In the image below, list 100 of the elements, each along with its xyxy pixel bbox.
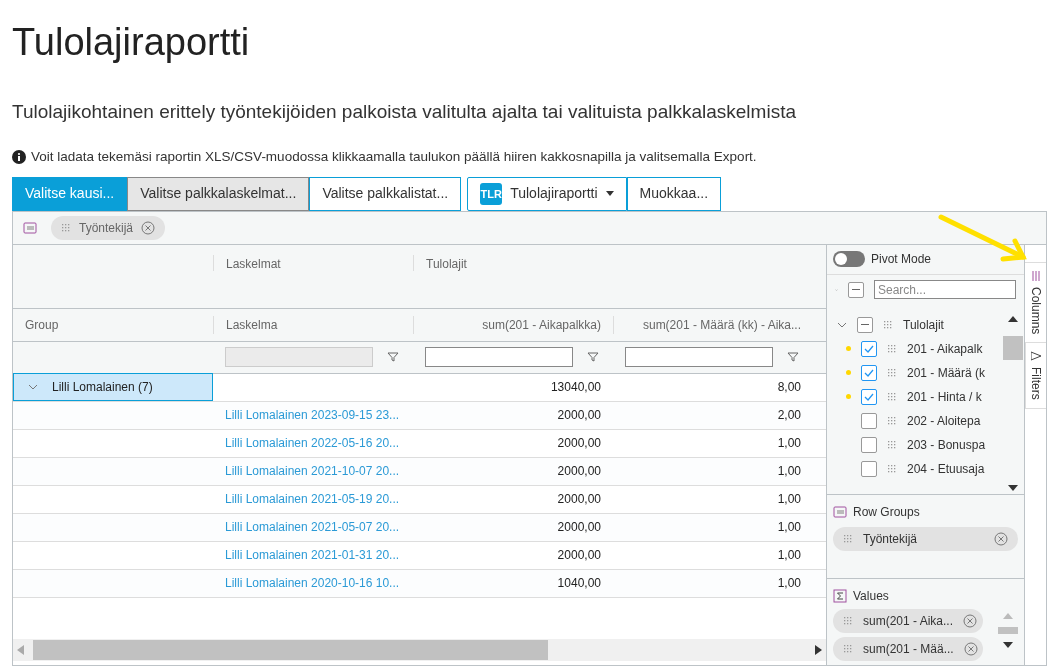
scroll-thumb[interactable] bbox=[33, 639, 548, 660]
scroll-left-icon[interactable] bbox=[17, 644, 25, 655]
column-header[interactable]: Group bbox=[25, 315, 59, 334]
group-cell[interactable]: Lilli Lomalainen (7) bbox=[13, 373, 213, 402]
section-title: Values bbox=[853, 587, 889, 605]
scroll-down-icon[interactable] bbox=[1003, 641, 1013, 648]
filter-field[interactable] bbox=[625, 347, 773, 368]
checkbox[interactable] bbox=[861, 340, 877, 357]
remove-icon[interactable] bbox=[963, 613, 978, 628]
search-field[interactable]: Search... bbox=[874, 280, 1016, 300]
group-chip[interactable]: Työntekijä bbox=[51, 215, 166, 240]
filter-icon[interactable] bbox=[387, 351, 399, 364]
scroll-thumb[interactable] bbox=[1003, 336, 1023, 361]
remove-icon[interactable] bbox=[994, 531, 1008, 546]
toolbar-button[interactable]: Muokkaa... bbox=[626, 176, 722, 211]
filter-icon[interactable] bbox=[587, 351, 599, 364]
table-cell: 1040,00 bbox=[557, 576, 601, 591]
checkbox[interactable] bbox=[861, 388, 877, 405]
columns-icon bbox=[1030, 270, 1041, 281]
group-label: Lilli Lomalainen (7) bbox=[52, 379, 153, 397]
table-cell: 2,00 bbox=[777, 408, 801, 423]
chip-label: sum(201 - Mää... bbox=[863, 640, 954, 658]
toolbar-button[interactable]: Valitse palkkalistat... bbox=[309, 176, 462, 211]
column-label[interactable]: 204 - Etuusaja bbox=[907, 459, 985, 478]
side-tab[interactable]: Columns bbox=[1025, 261, 1046, 344]
drag-handle-icon[interactable] bbox=[887, 439, 897, 450]
pivot-mode-label: Pivot Mode bbox=[871, 251, 932, 269]
drag-handle-icon[interactable] bbox=[887, 343, 897, 354]
checkbox[interactable] bbox=[861, 364, 877, 381]
caret-icon bbox=[605, 191, 614, 197]
section-title: Row Groups bbox=[853, 503, 920, 521]
horizontal-scrollbar[interactable] bbox=[13, 638, 826, 661]
checkbox[interactable] bbox=[861, 412, 877, 429]
scroll-up-icon[interactable] bbox=[1008, 315, 1018, 322]
checkbox[interactable] bbox=[861, 460, 877, 477]
column-label[interactable]: 201 - Hinta / k bbox=[907, 387, 982, 406]
table-cell: 1,00 bbox=[777, 436, 801, 451]
column-label[interactable]: 201 - Määrä (k bbox=[907, 363, 986, 382]
filter-icon[interactable] bbox=[787, 351, 799, 364]
group-checkbox[interactable] bbox=[857, 316, 873, 333]
column-header[interactable]: sum(201 - Määrä (kk) - Aika... bbox=[642, 315, 801, 334]
chip-label: Työntekijä bbox=[79, 219, 134, 237]
column-label[interactable]: 201 - Aikapalk bbox=[907, 339, 983, 358]
info-icon bbox=[12, 149, 26, 164]
drag-handle-icon[interactable] bbox=[887, 367, 897, 378]
table-cell: 2000,00 bbox=[557, 408, 601, 423]
check-icon bbox=[864, 391, 874, 402]
drag-handle-icon[interactable] bbox=[843, 643, 853, 654]
filter-field[interactable] bbox=[225, 347, 373, 368]
drag-handle-icon[interactable] bbox=[61, 222, 71, 233]
chip-label: sum(201 - Aika... bbox=[863, 612, 954, 630]
remove-icon[interactable] bbox=[963, 641, 978, 656]
drag-handle-icon[interactable] bbox=[843, 533, 853, 544]
drag-handle-icon[interactable] bbox=[887, 391, 897, 402]
drag-handle-icon[interactable] bbox=[887, 415, 897, 426]
column-group-label: Tulolajit bbox=[903, 316, 944, 334]
row-group-icon bbox=[833, 504, 847, 519]
value-chip[interactable]: sum(201 - Mää... bbox=[833, 636, 983, 661]
side-tab[interactable]: Filters bbox=[1025, 343, 1046, 409]
table-cell: 13040,00 bbox=[550, 380, 601, 395]
table-cell: 1,00 bbox=[777, 492, 801, 507]
filter-icon bbox=[1031, 351, 1041, 362]
table-cell: 1,00 bbox=[777, 520, 801, 535]
table-cell: 1,00 bbox=[777, 576, 801, 591]
row-group-icon bbox=[23, 220, 37, 235]
page-title: Tulolajiraportti bbox=[12, 20, 251, 64]
checkbox[interactable] bbox=[861, 436, 877, 453]
chip-label: Työntekijä bbox=[863, 530, 919, 548]
table-cell: 8,00 bbox=[777, 380, 801, 395]
column-label[interactable]: 202 - Aloitepa bbox=[907, 411, 981, 430]
column-header[interactable]: sum(201 - Aikapalkka) bbox=[482, 315, 601, 334]
report-logo: TLR bbox=[480, 182, 503, 205]
toolbar-button[interactable]: Valitse palkkalaskelmat... bbox=[127, 176, 310, 211]
table-cell: 2000,00 bbox=[557, 520, 601, 535]
drag-handle-icon[interactable] bbox=[883, 319, 893, 330]
table-cell: 2000,00 bbox=[557, 464, 601, 479]
row-group-chip[interactable]: Työntekijä bbox=[833, 526, 1018, 551]
drag-handle-icon[interactable] bbox=[887, 463, 897, 474]
table-cell: 2000,00 bbox=[557, 548, 601, 563]
scroll-thumb[interactable] bbox=[998, 626, 1018, 634]
column-label[interactable]: 203 - Bonuspa bbox=[907, 435, 986, 454]
select-all-checkbox[interactable] bbox=[848, 281, 864, 298]
column-group-header: Laskelmat bbox=[226, 256, 281, 271]
check-icon bbox=[864, 343, 874, 354]
page-subtitle: Tulolajikohtainen erittely työntekijöiden palkoista valitulta ajalta tai valituista palkkalaskelmista bbox=[12, 100, 797, 124]
table-cell: 2000,00 bbox=[557, 436, 601, 451]
remove-icon[interactable] bbox=[141, 220, 156, 235]
report-dropdown[interactable]: TLR Tulolajiraportti bbox=[467, 176, 627, 211]
value-chip[interactable]: sum(201 - Aika... bbox=[833, 608, 983, 633]
drag-handle-icon[interactable] bbox=[843, 615, 853, 626]
sigma-icon bbox=[833, 588, 847, 603]
scroll-down-icon[interactable] bbox=[1008, 484, 1018, 491]
check-icon bbox=[864, 367, 874, 378]
scroll-right-icon[interactable] bbox=[814, 644, 822, 655]
filter-field[interactable] bbox=[425, 347, 573, 368]
column-group-header: Tulolajit bbox=[426, 256, 467, 271]
info-text: Voit ladata tekemäsi raportin XLS/CSV-muodossa klikkaamalla taulukon päällä hiiren kakkosnapilla ja valitsemalla Export. bbox=[31, 147, 757, 166]
column-header[interactable]: Laskelma bbox=[226, 315, 278, 334]
table-cell: 1,00 bbox=[777, 548, 801, 563]
pivot-mode-toggle[interactable] bbox=[833, 251, 865, 268]
